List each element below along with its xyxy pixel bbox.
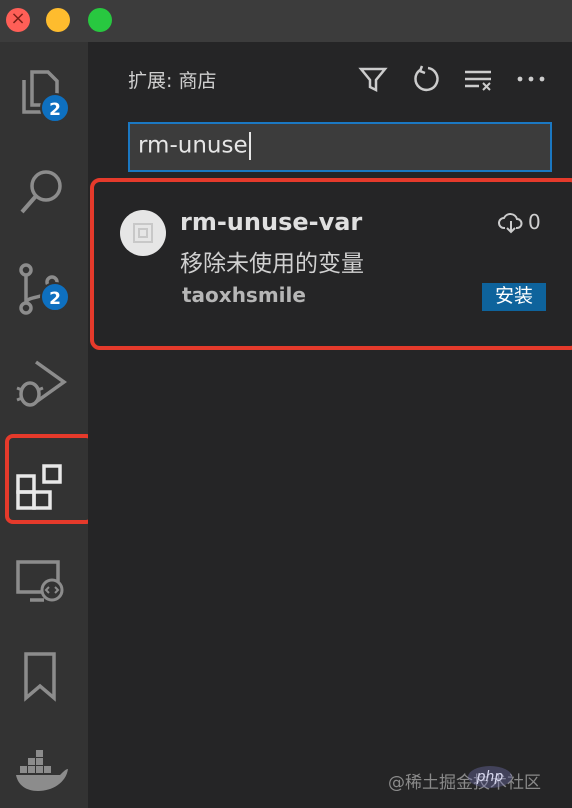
filter-icon (358, 67, 388, 93)
watermark-text: @稀土掘金技术社区 (388, 773, 541, 793)
php-logo: php (468, 766, 512, 788)
clear-results-button[interactable] (463, 64, 493, 94)
extension-logo-inner (138, 228, 148, 238)
filter-button[interactable] (358, 64, 388, 94)
window-close-button[interactable] (6, 7, 30, 32)
window-maximize-button[interactable] (88, 8, 112, 32)
refresh-icon (414, 65, 439, 92)
extension-avatar (120, 210, 166, 256)
extension-author: taoxhsmile (182, 283, 306, 307)
activity-run-debug[interactable] (0, 338, 88, 418)
activity-docker[interactable] (0, 728, 88, 808)
docker-icon (16, 750, 68, 791)
extensions-panel: 扩展: 商店 rm-unuse (88, 42, 572, 808)
activity-bar: 2 2 (0, 42, 88, 808)
activity-bookmarks[interactable] (0, 632, 88, 712)
activity-explorer[interactable]: 2 (0, 48, 88, 128)
run-debug-icon (16, 360, 68, 407)
text-caret (248, 132, 251, 160)
download-count: 0 (498, 210, 542, 236)
search-value: rm-unuse (138, 132, 248, 159)
refresh-button[interactable] (411, 64, 441, 94)
window-minimize-button[interactable] (46, 8, 70, 32)
clear-results-icon (465, 70, 491, 91)
activity-source-control[interactable]: 2 (0, 244, 88, 324)
extensions-search-input[interactable]: rm-unuse (128, 122, 552, 172)
extensions-highlight-box (5, 434, 94, 524)
explorer-badge: 2 (40, 93, 70, 123)
source-control-badge: 2 (40, 282, 70, 312)
remote-explorer-icon (16, 560, 64, 602)
watermark: @稀土掘金技术社区 (388, 768, 541, 793)
activity-remote-explorer[interactable] (0, 536, 88, 616)
bookmarks-icon (24, 652, 56, 702)
more-actions-button[interactable] (516, 64, 546, 94)
install-button[interactable]: 安装 (482, 283, 546, 311)
extension-name: rm-unuse-var (180, 208, 363, 236)
more-icon (517, 76, 545, 82)
extension-description: 移除未使用的变量 (180, 251, 364, 277)
cloud-download-icon (498, 213, 523, 234)
panel-title: 扩展: 商店 (128, 70, 217, 92)
activity-search[interactable] (0, 146, 88, 226)
download-count-value: 0 (528, 210, 541, 234)
search-icon (20, 170, 62, 214)
title-bar (0, 0, 572, 42)
